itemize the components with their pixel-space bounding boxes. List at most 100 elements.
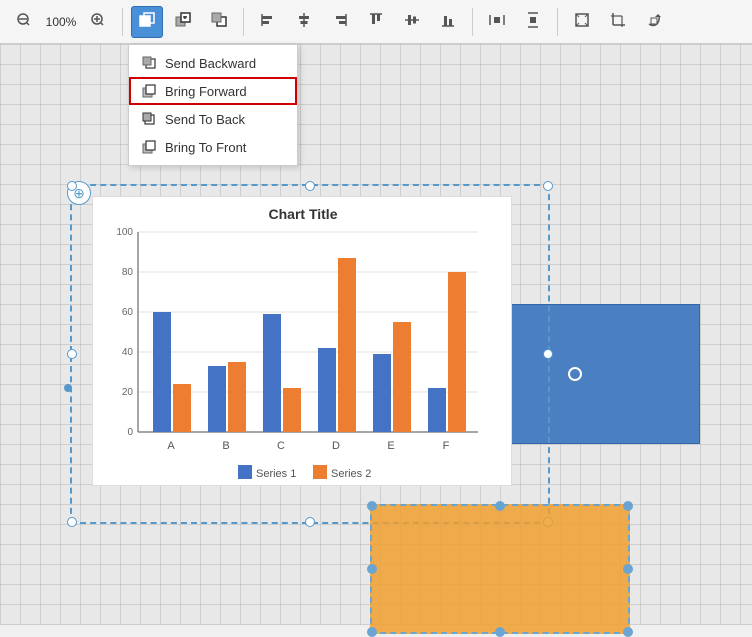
svg-text:D: D bbox=[332, 440, 340, 452]
align-left-button[interactable] bbox=[252, 6, 284, 38]
bring-forward-item[interactable]: Bring Forward bbox=[129, 77, 297, 105]
bring-to-front-label: Bring To Front bbox=[165, 140, 246, 155]
orange-handle-mr[interactable] bbox=[623, 564, 633, 574]
zoom-in-icon bbox=[90, 12, 106, 31]
distribute-h-button[interactable] bbox=[481, 6, 513, 38]
distribute-v-button[interactable] bbox=[517, 6, 549, 38]
bar-b-s2 bbox=[228, 362, 246, 432]
bring-forward-icon bbox=[141, 83, 157, 99]
handle-bm[interactable] bbox=[305, 517, 315, 527]
bar-e-s2 bbox=[393, 322, 411, 432]
bar-d-s2 bbox=[338, 258, 356, 432]
svg-text:20: 20 bbox=[122, 387, 134, 398]
svg-text:F: F bbox=[443, 440, 450, 452]
send-backward-item[interactable]: Send Backward bbox=[129, 49, 297, 77]
bring-to-front-icon bbox=[141, 139, 157, 155]
legend-s2-swatch bbox=[313, 465, 327, 479]
canvas-area[interactable]: ⊕ Chart Title 0 20 40 60 80 100 bbox=[0, 44, 752, 625]
distribute-v-icon bbox=[524, 11, 542, 32]
chart-svg: Chart Title 0 20 40 60 80 100 bbox=[93, 197, 513, 487]
handle-bl[interactable] bbox=[67, 517, 77, 527]
send-backward-toolbar-button[interactable] bbox=[203, 6, 235, 38]
orange-handle-bl[interactable] bbox=[367, 627, 377, 637]
rotate-icon bbox=[645, 11, 663, 32]
bring-forward-label: Bring Forward bbox=[165, 84, 247, 99]
send-backward-label: Send Backward bbox=[165, 56, 256, 71]
separator-3 bbox=[472, 8, 473, 36]
blue-rect-center-handle bbox=[568, 367, 582, 381]
align-center-h-button[interactable] bbox=[288, 6, 320, 38]
align-right-button[interactable] bbox=[324, 6, 356, 38]
svg-text:0: 0 bbox=[127, 427, 133, 438]
send-backward-toolbar-icon bbox=[210, 11, 228, 32]
zoom-out-icon bbox=[16, 12, 32, 31]
zoom-out-button[interactable] bbox=[8, 6, 40, 38]
orange-rectangle[interactable] bbox=[370, 504, 630, 634]
bar-a-s1 bbox=[153, 312, 171, 432]
orange-handle-tl[interactable] bbox=[367, 501, 377, 511]
crop-icon bbox=[609, 11, 627, 32]
bar-b-s1 bbox=[208, 366, 226, 432]
orange-handle-ml[interactable] bbox=[367, 564, 377, 574]
bar-c-s1 bbox=[263, 314, 281, 432]
legend-s1-label: Series 1 bbox=[256, 468, 296, 480]
layer-dropdown-menu: Send Backward Bring Forward Send To Back bbox=[128, 44, 298, 166]
chart-selection-container[interactable]: ⊕ Chart Title 0 20 40 60 80 100 bbox=[70, 184, 550, 524]
layer-order-button[interactable] bbox=[131, 6, 163, 38]
toolbar: 100% bbox=[0, 0, 752, 44]
send-to-back-icon bbox=[141, 111, 157, 127]
align-left-icon bbox=[259, 11, 277, 32]
zoom-level-label: 100% bbox=[44, 15, 78, 29]
svg-text:80: 80 bbox=[122, 267, 134, 278]
svg-text:40: 40 bbox=[122, 347, 134, 358]
svg-text:100: 100 bbox=[116, 227, 133, 238]
zoom-in-button[interactable] bbox=[82, 6, 114, 38]
align-bottom-button[interactable] bbox=[432, 6, 464, 38]
chart-inner: Chart Title 0 20 40 60 80 100 bbox=[92, 196, 512, 486]
crop-button[interactable] bbox=[602, 6, 634, 38]
send-to-back-item[interactable]: Send To Back bbox=[129, 105, 297, 133]
svg-text:B: B bbox=[222, 440, 229, 452]
bring-forward-toolbar-icon bbox=[174, 11, 192, 32]
handle-tl[interactable] bbox=[67, 181, 77, 191]
bar-f-s1 bbox=[428, 388, 446, 432]
svg-text:A: A bbox=[167, 440, 175, 452]
legend-s2-label: Series 2 bbox=[331, 468, 371, 480]
send-to-back-label: Send To Back bbox=[165, 112, 245, 127]
separator-1 bbox=[122, 8, 123, 36]
align-bottom-icon bbox=[439, 11, 457, 32]
align-middle-icon bbox=[403, 11, 421, 32]
bar-d-s1 bbox=[318, 348, 336, 432]
bar-f-s2 bbox=[448, 272, 466, 432]
send-backward-icon bbox=[141, 55, 157, 71]
handle-mr[interactable] bbox=[543, 349, 553, 359]
bar-c-s2 bbox=[283, 388, 301, 432]
orange-handle-bm[interactable] bbox=[495, 627, 505, 637]
handle-tm[interactable] bbox=[305, 181, 315, 191]
separator-4 bbox=[557, 8, 558, 36]
fit-page-button[interactable] bbox=[566, 6, 598, 38]
chart-title-text: Chart Title bbox=[269, 206, 338, 222]
svg-text:C: C bbox=[277, 440, 285, 452]
orange-handle-tr[interactable] bbox=[623, 501, 633, 511]
layer-order-icon bbox=[138, 11, 156, 32]
fit-page-icon bbox=[573, 11, 591, 32]
orange-handle-tm[interactable] bbox=[495, 501, 505, 511]
bring-forward-toolbar-button[interactable] bbox=[167, 6, 199, 38]
align-center-h-icon bbox=[295, 11, 313, 32]
rotate-button[interactable] bbox=[638, 6, 670, 38]
orange-handle-br[interactable] bbox=[623, 627, 633, 637]
align-top-button[interactable] bbox=[360, 6, 392, 38]
distribute-h-icon bbox=[488, 11, 506, 32]
handle-ml[interactable] bbox=[67, 349, 77, 359]
bar-e-s1 bbox=[373, 354, 391, 432]
svg-text:60: 60 bbox=[122, 307, 134, 318]
handle-tr[interactable] bbox=[543, 181, 553, 191]
svg-text:E: E bbox=[387, 440, 394, 452]
align-top-icon bbox=[367, 11, 385, 32]
align-middle-button[interactable] bbox=[396, 6, 428, 38]
legend-s1-swatch bbox=[238, 465, 252, 479]
bring-to-front-item[interactable]: Bring To Front bbox=[129, 133, 297, 161]
align-right-icon bbox=[331, 11, 349, 32]
separator-2 bbox=[243, 8, 244, 36]
